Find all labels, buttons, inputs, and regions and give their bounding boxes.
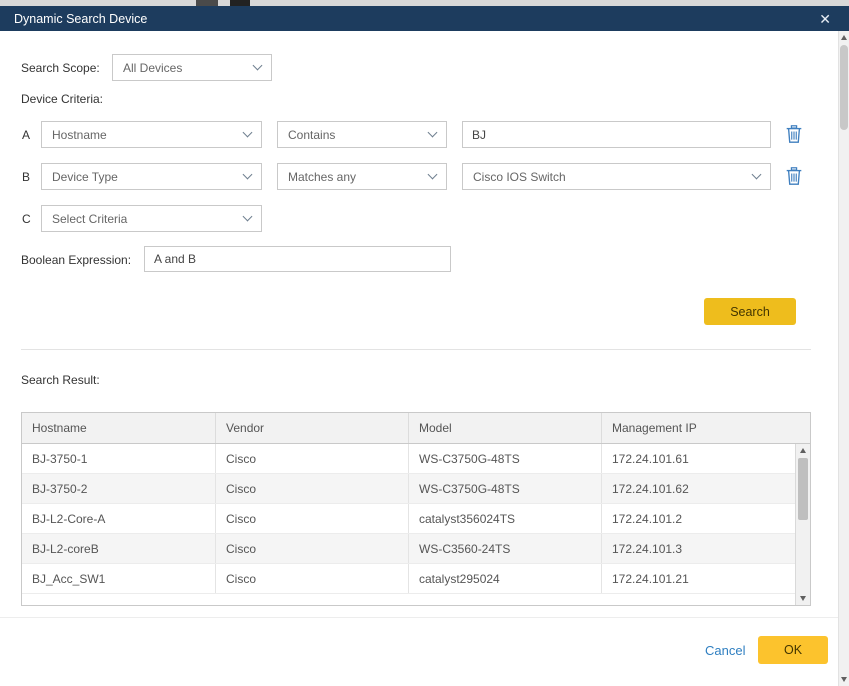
criteria-a-value-input[interactable] xyxy=(462,121,771,148)
boolean-expression-input[interactable] xyxy=(144,246,451,272)
close-icon[interactable]: ✕ xyxy=(815,10,835,28)
search-scope-value: All Devices xyxy=(123,61,182,75)
criteria-b-operator-value: Matches any xyxy=(288,170,356,184)
search-button[interactable]: Search xyxy=(704,298,796,325)
cell-model: catalyst295024 xyxy=(409,564,602,593)
cell-management-ip: 172.24.101.21 xyxy=(602,564,795,593)
cell-vendor: Cisco xyxy=(216,504,409,533)
table-body: BJ-3750-1 Cisco WS-C3750G-48TS 172.24.10… xyxy=(22,444,795,605)
cell-management-ip: 172.24.101.61 xyxy=(602,444,795,473)
cell-management-ip: 172.24.101.2 xyxy=(602,504,795,533)
chevron-down-icon xyxy=(243,212,253,222)
criteria-a-operator-select[interactable]: Contains xyxy=(277,121,447,148)
trash-icon[interactable] xyxy=(786,167,802,185)
criteria-row-letter: B xyxy=(22,170,30,184)
cell-vendor: Cisco xyxy=(216,564,409,593)
column-header-model[interactable]: Model xyxy=(409,413,602,443)
cell-hostname: BJ_Acc_SW1 xyxy=(22,564,216,593)
chevron-down-icon xyxy=(243,128,253,138)
table-row[interactable]: BJ_Acc_SW1 Cisco catalyst295024 172.24.1… xyxy=(22,564,795,594)
cell-model: WS-C3750G-48TS xyxy=(409,444,602,473)
scroll-up-icon[interactable] xyxy=(839,31,849,44)
cell-vendor: Cisco xyxy=(216,474,409,503)
criteria-b-field-select[interactable]: Device Type xyxy=(41,163,262,190)
criteria-c-field-value: Select Criteria xyxy=(52,212,127,226)
cell-vendor: Cisco xyxy=(216,534,409,563)
column-header-management-ip[interactable]: Management IP xyxy=(602,413,795,443)
scroll-down-icon[interactable] xyxy=(839,673,849,686)
scrollbar-thumb[interactable] xyxy=(798,458,808,520)
table-header-row: Hostname Vendor Model Management IP xyxy=(22,413,810,444)
dialog-titlebar: Dynamic Search Device ✕ xyxy=(0,6,849,31)
cell-hostname: BJ-3750-1 xyxy=(22,444,216,473)
cell-model: catalyst356024TS xyxy=(409,504,602,533)
cell-hostname: BJ-L2-coreB xyxy=(22,534,216,563)
search-result-table: Hostname Vendor Model Management IP BJ-3… xyxy=(21,412,811,606)
scroll-up-icon[interactable] xyxy=(796,444,810,457)
cell-hostname: BJ-3750-2 xyxy=(22,474,216,503)
chevron-down-icon xyxy=(243,170,253,180)
table-row[interactable]: BJ-L2-coreB Cisco WS-C3560-24TS 172.24.1… xyxy=(22,534,795,564)
dialog-title: Dynamic Search Device xyxy=(14,12,147,26)
scrollbar-thumb[interactable] xyxy=(840,45,848,130)
chevron-down-icon xyxy=(428,170,438,180)
criteria-b-value: Cisco IOS Switch xyxy=(473,170,566,184)
criteria-c-field-select[interactable]: Select Criteria xyxy=(41,205,262,232)
search-result-label: Search Result: xyxy=(21,373,100,387)
column-header-hostname[interactable]: Hostname xyxy=(22,413,216,443)
cell-model: WS-C3560-24TS xyxy=(409,534,602,563)
criteria-b-value-select[interactable]: Cisco IOS Switch xyxy=(462,163,771,190)
criteria-a-field-value: Hostname xyxy=(52,128,107,142)
section-divider xyxy=(21,349,811,350)
cell-model: WS-C3750G-48TS xyxy=(409,474,602,503)
criteria-b-operator-select[interactable]: Matches any xyxy=(277,163,447,190)
criteria-a-field-select[interactable]: Hostname xyxy=(41,121,262,148)
chevron-down-icon xyxy=(752,170,762,180)
ok-button[interactable]: OK xyxy=(758,636,828,664)
dialog-vertical-scrollbar[interactable] xyxy=(838,31,849,686)
chevron-down-icon xyxy=(428,128,438,138)
cell-vendor: Cisco xyxy=(216,444,409,473)
cell-hostname: BJ-L2-Core-A xyxy=(22,504,216,533)
search-scope-select[interactable]: All Devices xyxy=(112,54,272,81)
criteria-b-field-value: Device Type xyxy=(52,170,118,184)
search-scope-label: Search Scope: xyxy=(21,61,100,75)
cell-management-ip: 172.24.101.62 xyxy=(602,474,795,503)
chevron-down-icon xyxy=(253,61,263,71)
criteria-a-operator-value: Contains xyxy=(288,128,335,142)
table-vertical-scrollbar[interactable] xyxy=(795,444,810,605)
table-row[interactable]: BJ-3750-2 Cisco WS-C3750G-48TS 172.24.10… xyxy=(22,474,795,504)
criteria-row-letter: C xyxy=(22,212,31,226)
cell-management-ip: 172.24.101.3 xyxy=(602,534,795,563)
boolean-expression-label: Boolean Expression: xyxy=(21,253,131,267)
header-scrollbar-spacer xyxy=(795,413,810,443)
device-criteria-label: Device Criteria: xyxy=(21,92,103,106)
cancel-button[interactable]: Cancel xyxy=(705,643,745,658)
criteria-row-letter: A xyxy=(22,128,30,142)
table-row[interactable]: BJ-L2-Core-A Cisco catalyst356024TS 172.… xyxy=(22,504,795,534)
column-header-vendor[interactable]: Vendor xyxy=(216,413,409,443)
scroll-down-icon[interactable] xyxy=(796,592,810,605)
table-row[interactable]: BJ-3750-1 Cisco WS-C3750G-48TS 172.24.10… xyxy=(22,444,795,474)
footer-divider xyxy=(0,617,838,618)
trash-icon[interactable] xyxy=(786,125,802,143)
